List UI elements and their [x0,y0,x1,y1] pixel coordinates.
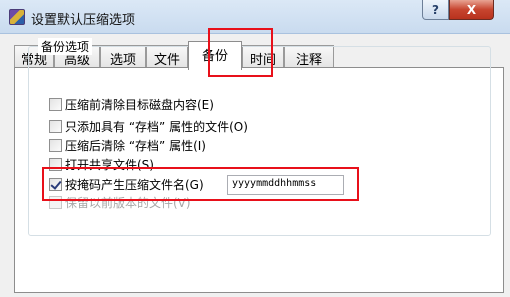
winrar-app-icon [9,9,25,25]
clear-disk-checkbox[interactable] [49,97,62,111]
open-shared-label: 打开共享文件(S) [65,157,154,172]
mask-filename-checkbox[interactable] [49,177,62,191]
option-mask-filename[interactable]: 按掩码产生压缩文件名(G) [49,176,204,192]
filename-mask-input[interactable]: yyyymmddhhmmss [227,175,344,195]
keep-previous-versions-checkbox[interactable] [49,195,62,209]
option-open-shared[interactable]: 打开共享文件(S) [49,156,154,172]
clear-archive-attr-label: 压缩后清除 “存档” 属性(I) [65,138,206,153]
archive-attr-only-checkbox[interactable] [49,119,62,133]
clear-archive-attr-checkbox[interactable] [49,138,62,152]
clear-disk-label: 压缩前清除目标磁盘内容(E) [65,97,214,112]
option-archive-attr-only[interactable]: 只添加具有 “存档” 属性的文件(O) [49,118,248,134]
option-keep-previous-versions[interactable]: 保留以前版本的文件(V) [49,194,191,210]
tab-backup[interactable]: 备份 [188,41,242,70]
open-shared-checkbox[interactable] [49,157,62,171]
window-title: 设置默认压缩选项 [31,13,136,28]
backup-options-group-title: 备份选项 [38,38,93,55]
option-clear-disk[interactable]: 压缩前清除目标磁盘内容(E) [49,96,214,112]
close-button[interactable]: X [449,0,494,20]
keep-previous-versions-label: 保留以前版本的文件(V) [65,195,191,210]
archive-attr-only-label: 只添加具有 “存档” 属性的文件(O) [65,119,248,134]
mask-filename-label: 按掩码产生压缩文件名(G) [65,177,204,192]
help-button[interactable]: ? [422,0,449,20]
title-bar: 设置默认压缩选项 ? X [0,0,510,34]
option-clear-archive-attr[interactable]: 压缩后清除 “存档” 属性(I) [49,137,206,153]
